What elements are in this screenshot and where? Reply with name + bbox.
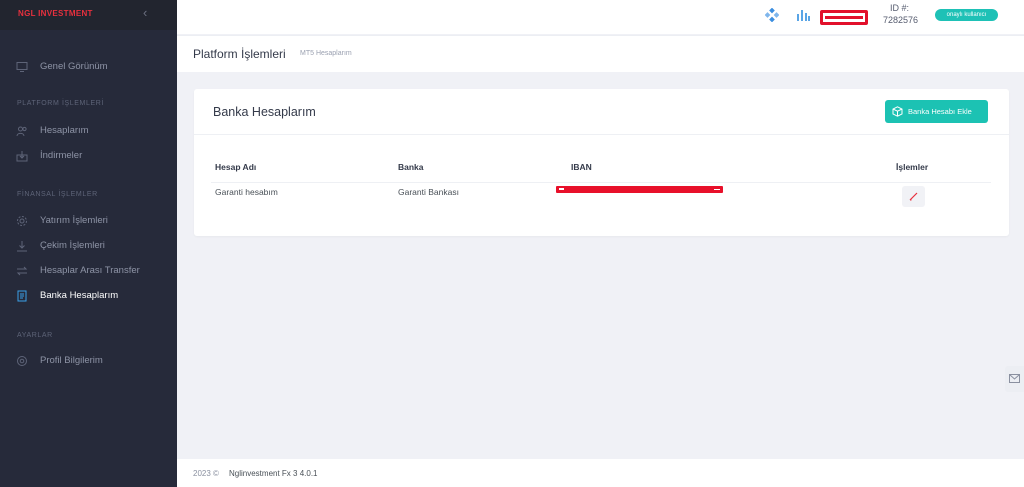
sidebar-item-bank-accounts[interactable]: Banka Hesaplarım [0,286,177,306]
edit-row-button[interactable] [902,186,925,207]
box-icon [892,106,903,117]
footer: 2023 © Nglinvestment Fx 3 4.0.1 [177,459,1024,487]
sidebar-item-label: Profil Bilgilerim [40,355,103,366]
apps-grid-icon[interactable] [765,8,779,22]
mail-icon [1009,374,1020,383]
sidebar-item-label: İndirmeler [40,150,83,161]
page-title: Platform İşlemleri [193,47,286,61]
sidebar-item-transfer[interactable]: Hesaplar Arası Transfer [0,261,177,281]
transfer-icon [16,266,28,276]
section-title-settings: AYARLAR [17,332,53,339]
bank-card-icon [17,290,27,302]
page-title-bar: Platform İşlemleri MT5 Hesaplarım [177,35,1024,72]
card-divider [194,134,1009,135]
users-icon [16,126,27,137]
redacted-iban [556,186,723,193]
sidebar-item-label: Çekim İşlemleri [40,240,105,251]
mail-side-tab[interactable] [1005,366,1024,392]
card-title: Banka Hesaplarım [213,105,316,119]
breadcrumb[interactable]: MT5 Hesaplarım [300,50,352,57]
sidebar: NGL INVESTMENT ‹ Genel Görünüm PLATFORM … [0,0,177,487]
header-divider [211,182,991,183]
column-header-account-name: Hesap Adı [215,162,257,172]
sidebar-item-deposits[interactable]: Yatırım İşlemleri [0,211,177,231]
user-id-label: ID #: [890,3,910,13]
monitor-icon [16,62,28,72]
sidebar-item-withdrawals[interactable]: Çekim İşlemleri [0,236,177,256]
footer-copyright: 2023 © [193,469,219,478]
section-title-platform: PLATFORM İŞLEMLERİ [17,100,104,107]
sidebar-item-label: Hesaplar Arası Transfer [40,265,140,276]
footer-app-version: Nglinvestment Fx 3 4.0.1 [229,469,318,478]
collapse-sidebar-icon[interactable]: ‹ [143,5,147,20]
sidebar-item-downloads[interactable]: İndirmeler [0,146,177,166]
brand-bar: NGL INVESTMENT ‹ [0,0,177,30]
redacted-username[interactable] [820,10,868,25]
gear-icon [17,216,27,226]
settings-icon [17,356,27,366]
cell-account-name: Garanti hesabım [215,187,278,197]
bar-chart-icon[interactable] [796,9,810,21]
sidebar-item-overview[interactable]: Genel Görünüm [0,57,177,77]
column-header-bank: Banka [398,162,424,172]
sidebar-item-label: Hesaplarım [40,125,89,136]
column-header-actions: İşlemler [896,162,929,172]
add-bank-account-button[interactable]: Banka Hesabı Ekle [885,100,988,123]
sidebar-item-profile[interactable]: Profil Bilgilerim [0,351,177,371]
user-id-value: 7282576 [883,15,919,25]
sidebar-item-label: Genel Görünüm [40,61,108,72]
section-title-financial: FİNANSAL İŞLEMLER [17,191,98,198]
add-button-label: Banka Hesabı Ekle [908,107,972,116]
column-header-iban: IBAN [571,162,592,172]
brand-logo[interactable]: NGL INVESTMENT [18,9,93,18]
bank-accounts-card: Banka Hesaplarım Banka Hesabı Ekle Hesap… [194,89,1009,236]
cell-bank: Garanti Bankası [398,187,459,197]
download-icon [17,241,27,252]
sidebar-item-label: Banka Hesaplarım [40,290,119,301]
sidebar-item-label: Yatırım İşlemleri [40,215,108,226]
pencil-icon [909,192,918,201]
status-badge: onaylı kullanıcı [935,9,998,21]
sidebar-item-accounts[interactable]: Hesaplarım [0,121,177,141]
download-box-icon [16,151,28,162]
